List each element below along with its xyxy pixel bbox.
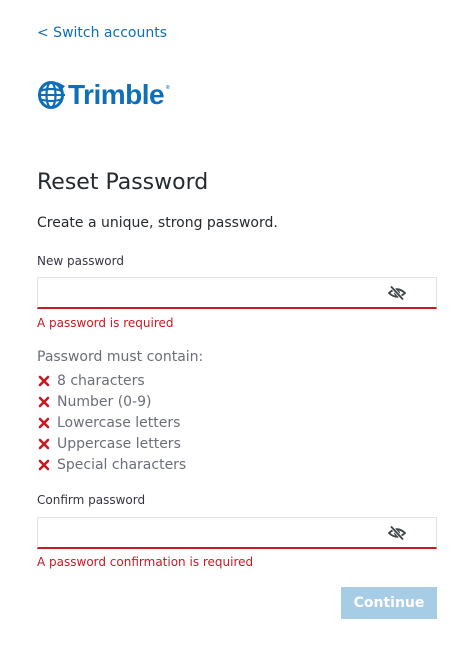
x-mark-icon <box>38 438 50 449</box>
trimble-wordmark: Trimble ® <box>68 79 170 111</box>
confirm-password-error: A password confirmation is required <box>37 555 254 569</box>
requirement-text: Uppercase letters <box>57 435 181 452</box>
trimble-globe-icon <box>38 81 65 109</box>
requirement-item: Special characters <box>37 454 186 475</box>
page-title: Reset Password <box>37 170 209 195</box>
confirm-password-field <box>37 517 437 549</box>
requirements-heading: Password must contain: <box>37 349 204 365</box>
confirm-password-label: Confirm password <box>37 493 146 507</box>
new-password-label: New password <box>37 254 124 268</box>
requirements-list: 8 characters Number (0-9) Lowercase lett… <box>37 370 186 475</box>
new-password-error: A password is required <box>37 316 174 330</box>
trimble-logo: Trimble ® <box>38 79 170 111</box>
page-subtitle: Create a unique, strong password. <box>37 215 278 231</box>
switch-accounts-link[interactable]: < Switch accounts <box>37 25 167 41</box>
confirm-password-input[interactable] <box>38 518 394 547</box>
x-mark-icon <box>38 417 50 428</box>
continue-button[interactable]: Continue <box>341 587 437 619</box>
new-password-input[interactable] <box>38 278 394 307</box>
x-mark-icon <box>38 375 50 386</box>
requirement-text: Number (0-9) <box>57 393 152 410</box>
x-mark-icon <box>38 459 50 470</box>
requirement-item: Lowercase letters <box>37 412 186 433</box>
logo-text: Trimble <box>68 79 165 110</box>
requirement-text: Special characters <box>57 456 187 473</box>
requirement-item: Number (0-9) <box>37 391 186 412</box>
requirement-text: Lowercase letters <box>57 414 181 431</box>
requirement-text: 8 characters <box>57 372 145 389</box>
new-password-field <box>37 277 437 309</box>
x-mark-icon <box>38 396 50 407</box>
requirement-item: 8 characters <box>37 370 186 391</box>
registered-mark: ® <box>165 85 170 91</box>
eye-slash-icon[interactable] <box>388 285 406 301</box>
eye-slash-icon[interactable] <box>388 525 406 541</box>
requirement-item: Uppercase letters <box>37 433 186 454</box>
